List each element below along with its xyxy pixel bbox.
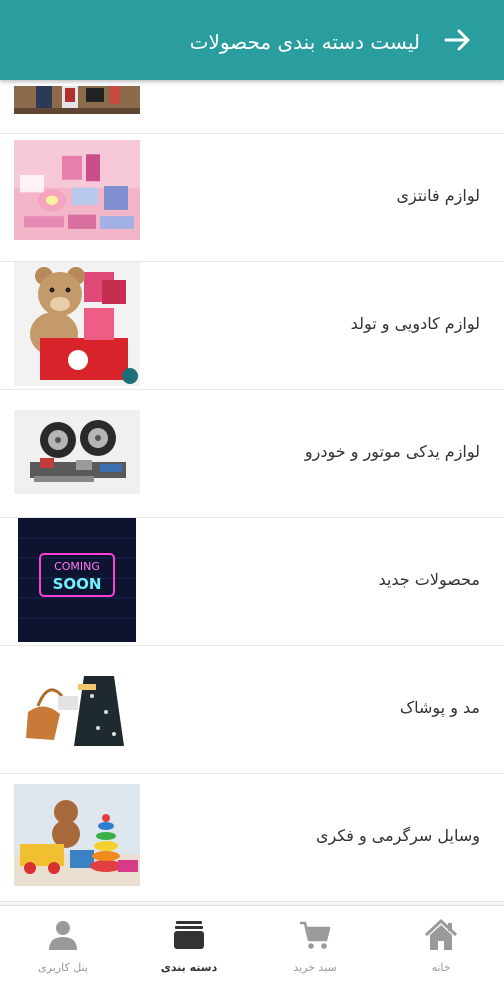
category-image bbox=[14, 86, 140, 114]
nav-label: سبد خرید bbox=[293, 961, 337, 974]
coming-soon-neon-image: COMING SOON bbox=[18, 518, 136, 642]
category-row-gifts[interactable]: لوازم کادویی و تولد bbox=[0, 262, 504, 390]
page-title: لیست دسته بندی محصولات bbox=[189, 30, 420, 54]
category-box-icon bbox=[174, 921, 204, 949]
toys-image bbox=[14, 784, 140, 886]
category-label: لوازم فانتزی bbox=[396, 186, 480, 205]
category-label: محصولات جدید bbox=[378, 570, 480, 589]
category-row-auto-parts[interactable]: لوازم یدکی موتور و خودرو bbox=[0, 390, 504, 518]
auto-parts-image bbox=[14, 410, 140, 494]
app-header: لیست دسته بندی محصولات bbox=[0, 0, 504, 80]
category-list: لوازم فانتزی لوازم کادویی و تولد لوازم ی… bbox=[0, 0, 504, 905]
category-label: مد و پوشاک bbox=[399, 698, 480, 717]
arrow-right-icon bbox=[444, 29, 470, 51]
home-icon bbox=[424, 919, 458, 950]
svg-text:SOON: SOON bbox=[53, 575, 102, 593]
svg-text:COMING: COMING bbox=[54, 560, 100, 573]
nav-label: دسته بندی bbox=[160, 961, 218, 974]
category-row-new-products[interactable]: COMING SOON محصولات جدید bbox=[0, 518, 504, 646]
category-label: لوازم کادویی و تولد bbox=[350, 314, 480, 333]
back-button[interactable] bbox=[442, 24, 474, 56]
nav-category[interactable]: دسته بندی bbox=[126, 906, 252, 983]
nav-cart[interactable]: سبد خرید bbox=[252, 906, 378, 983]
nav-user-panel[interactable]: پنل کاربری bbox=[0, 906, 126, 983]
nav-label: خانه bbox=[431, 961, 451, 974]
nav-label: پنل کاربری bbox=[38, 961, 88, 974]
category-label: وسایل سرگرمی و فکری bbox=[316, 826, 480, 845]
nav-home[interactable]: خانه bbox=[378, 906, 504, 983]
fancy-accessories-image bbox=[14, 140, 140, 240]
category-row-fancy[interactable]: لوازم فانتزی bbox=[0, 134, 504, 262]
user-icon bbox=[49, 921, 77, 950]
teddy-bear-gift-image bbox=[14, 262, 140, 386]
cart-icon bbox=[300, 921, 331, 949]
category-label: لوازم یدکی موتور و خودرو bbox=[304, 442, 480, 461]
fashion-clothing-image bbox=[14, 676, 140, 746]
category-row-toys[interactable]: وسایل سرگرمی و فکری bbox=[0, 774, 504, 902]
bottom-navigation: پنل کاربری دسته بندی سبد خرید خانه bbox=[0, 905, 504, 983]
category-row-fashion[interactable]: مد و پوشاک bbox=[0, 646, 504, 774]
